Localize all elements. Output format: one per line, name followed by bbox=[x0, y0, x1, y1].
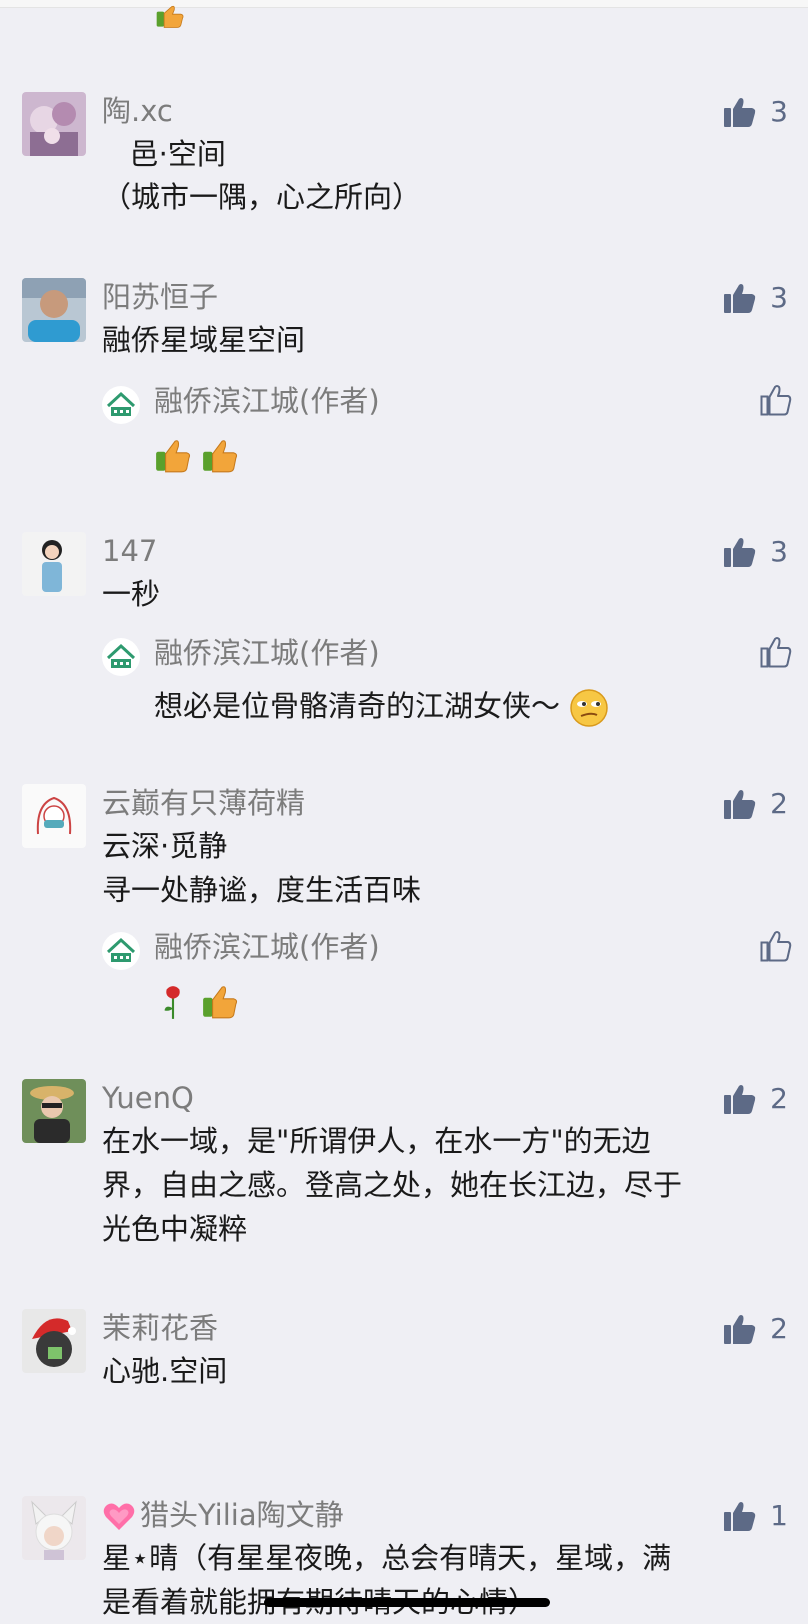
thumbs-up-emoji bbox=[152, 0, 188, 30]
avatar[interactable] bbox=[22, 1496, 86, 1560]
comment-text: （城市一隅，心之所向） bbox=[102, 180, 422, 214]
comment-text: 寻一处静谧，度生活百味 bbox=[102, 873, 422, 907]
thumbs-up-icon bbox=[724, 790, 756, 819]
like-count: 2 bbox=[770, 1312, 788, 1345]
author-name[interactable]: 融侨滨江城(作者) bbox=[154, 930, 380, 964]
thumbs-up-outline-icon bbox=[760, 385, 792, 416]
reply-text bbox=[154, 432, 239, 476]
thumbs-up-emoji bbox=[156, 440, 191, 473]
avatar[interactable] bbox=[22, 784, 86, 848]
reply-text: 想必是位骨骼清奇的江湖女侠～ bbox=[154, 684, 609, 728]
like-button[interactable] bbox=[760, 636, 792, 672]
like-button[interactable]: 3 bbox=[724, 282, 788, 314]
author-name[interactable]: 融侨滨江城(作者) bbox=[154, 384, 380, 418]
comment-text: 心驰.空间 bbox=[102, 1354, 228, 1388]
like-button[interactable]: 2 bbox=[724, 788, 788, 820]
commenter-name-text: 猎头Yilia陶文静 bbox=[140, 1498, 344, 1532]
rose-emoji bbox=[164, 986, 180, 1019]
comment-text: 光色中凝粹 bbox=[102, 1212, 248, 1246]
home-indicator[interactable] bbox=[264, 1598, 550, 1607]
like-button[interactable]: 2 bbox=[724, 1313, 788, 1345]
avatar[interactable] bbox=[22, 278, 86, 342]
thumbs-up-icon bbox=[724, 1502, 756, 1531]
thumbs-up-icon bbox=[724, 1085, 756, 1114]
top-divider bbox=[0, 0, 808, 8]
heart-icon bbox=[103, 1503, 135, 1530]
like-count: 3 bbox=[770, 535, 788, 568]
comment-text: 云深·觅静 bbox=[102, 829, 228, 863]
thumbs-up-outline-icon bbox=[760, 931, 792, 962]
author-logo[interactable] bbox=[102, 638, 140, 676]
commenter-name[interactable]: YuenQ bbox=[102, 1081, 194, 1115]
reply-text bbox=[154, 978, 239, 1022]
thumbs-up-icon bbox=[724, 98, 756, 127]
like-count: 1 bbox=[770, 1499, 788, 1532]
reply-text-content: 想必是位骨骼清奇的江湖女侠～ bbox=[154, 689, 561, 723]
like-button[interactable]: 1 bbox=[724, 1500, 788, 1532]
thumbs-up-icon bbox=[724, 1315, 756, 1344]
like-count: 2 bbox=[770, 1082, 788, 1115]
comment-text: 界，自由之感。登高之处，她在长江边，尽于 bbox=[102, 1168, 683, 1202]
avatar[interactable] bbox=[22, 92, 86, 156]
commenter-name[interactable]: 阳苏恒子 bbox=[102, 280, 218, 314]
commenter-name[interactable]: 茉莉花香 bbox=[102, 1311, 218, 1345]
author-name[interactable]: 融侨滨江城(作者) bbox=[154, 636, 380, 670]
thumbs-up-icon bbox=[724, 538, 756, 567]
smirk-emoji bbox=[570, 689, 608, 727]
commenter-name[interactable]: 云巅有只薄荷精 bbox=[102, 786, 305, 820]
thumbs-up-outline-icon bbox=[760, 637, 792, 668]
like-button[interactable] bbox=[760, 930, 792, 966]
like-count: 3 bbox=[770, 281, 788, 314]
avatar[interactable] bbox=[22, 1309, 86, 1373]
commenter-name[interactable]: 猎头Yilia陶文静 bbox=[102, 1498, 344, 1532]
like-button[interactable]: 3 bbox=[724, 96, 788, 128]
like-button[interactable]: 3 bbox=[724, 536, 788, 568]
thumbs-up-emoji bbox=[203, 986, 238, 1019]
avatar[interactable] bbox=[22, 1079, 86, 1143]
like-button[interactable] bbox=[760, 384, 792, 420]
comment-text: 在水一域，是"所谓伊人，在水一方"的无边 bbox=[102, 1124, 651, 1158]
comment-text: 一秒 bbox=[102, 577, 161, 611]
thumbs-up-emoji bbox=[203, 440, 238, 473]
avatar[interactable] bbox=[22, 532, 86, 596]
author-logo[interactable] bbox=[102, 932, 140, 970]
like-count: 2 bbox=[770, 787, 788, 820]
author-logo[interactable] bbox=[102, 386, 140, 424]
commenter-name[interactable]: 陶.xc bbox=[102, 94, 173, 128]
thumbs-up-icon bbox=[724, 284, 756, 313]
commenter-name[interactable]: 147 bbox=[102, 534, 157, 568]
like-count: 3 bbox=[770, 95, 788, 128]
comment-text: 邑·空间 bbox=[102, 137, 226, 171]
comment-text: 融侨星域星空间 bbox=[102, 323, 306, 357]
comment-text: 星⋆晴（有星星夜晚，总会有晴天，星域，满 bbox=[102, 1541, 672, 1575]
like-button[interactable]: 2 bbox=[724, 1083, 788, 1115]
